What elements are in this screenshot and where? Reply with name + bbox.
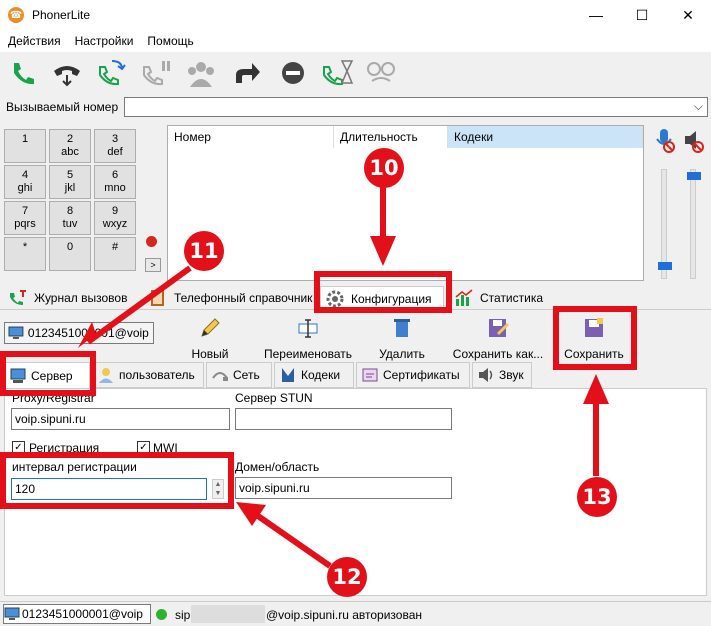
annotation-badge-10: 10 [364,148,404,188]
annotation-badge-11: 11 [184,231,224,271]
annotation-badge-12: 12 [327,557,367,597]
annotation-badge-13: 13 [577,477,617,517]
annotation-arrows [78,186,609,569]
